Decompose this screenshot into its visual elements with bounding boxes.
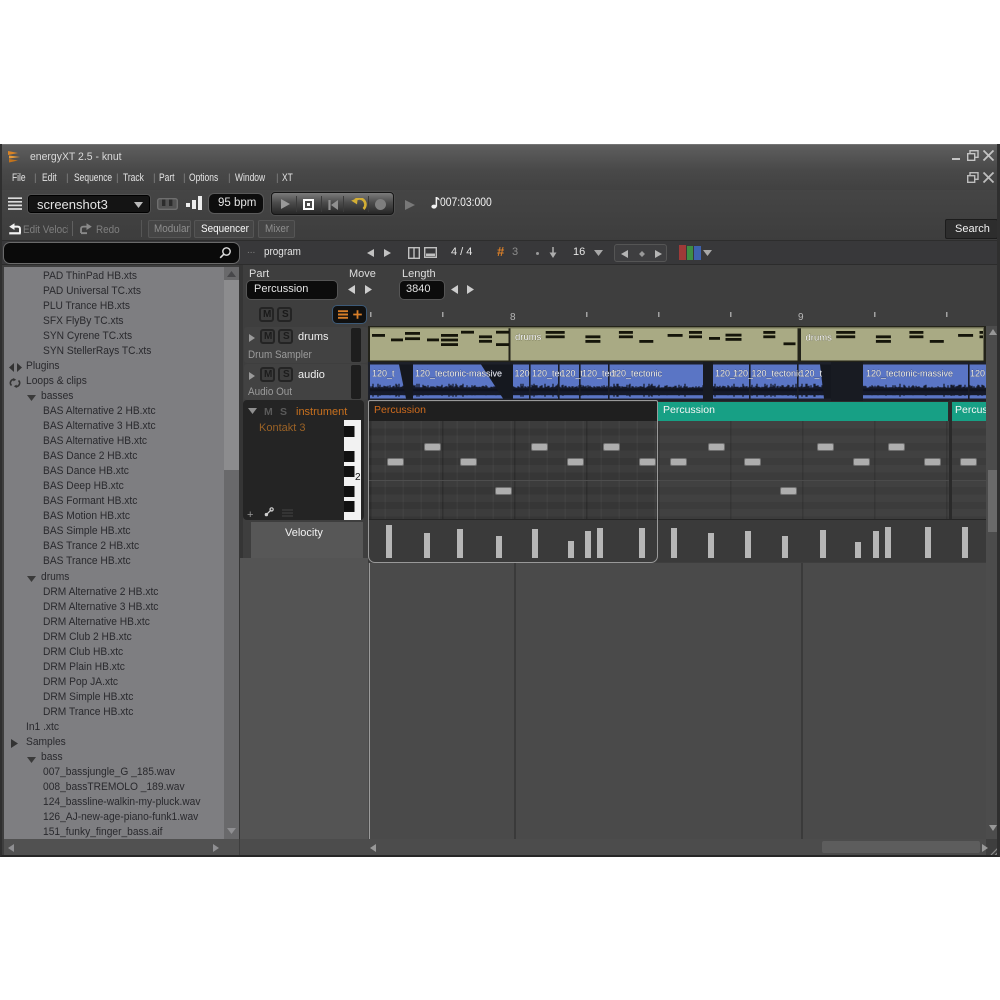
- svg-text:120_tectonic: 120_tectonic: [752, 369, 804, 379]
- svg-text:9: 9: [798, 312, 804, 323]
- svg-text:120_tectonic: 120_tectonic: [611, 369, 663, 379]
- svg-text:drums: drums: [515, 332, 542, 343]
- svg-text:drums: drums: [806, 333, 833, 344]
- svg-text:120_t: 120_t: [372, 369, 395, 379]
- svg-text:120_t: 120_t: [561, 369, 584, 379]
- svg-text:2: 2: [355, 472, 361, 483]
- svg-text:120_tectonic-massive: 120_tectonic-massive: [866, 369, 953, 379]
- svg-text:120: 120: [970, 369, 985, 379]
- svg-text:120_t: 120_t: [800, 369, 823, 379]
- svg-text:8: 8: [510, 312, 516, 323]
- svg-text:120: 120: [515, 369, 530, 379]
- svg-text:120_tectonic-massive: 120_tectonic-massive: [415, 369, 502, 379]
